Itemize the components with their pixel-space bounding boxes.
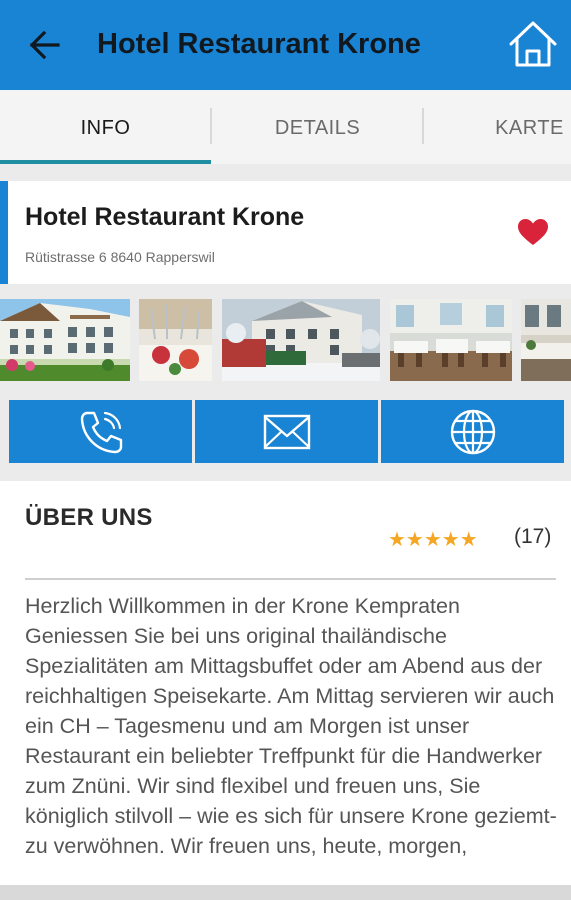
about-heading: ÜBER UNS [25,504,153,531]
about-section: ÜBER UNS ★★★★★ (17) Herzlich Willkommen … [0,481,571,900]
bottom-edge [0,885,571,900]
email-button[interactable] [195,400,378,463]
about-text: Herzlich Willkommen in der Krone Kemprat… [25,594,557,858]
photo-hotel-exterior-summer[interactable] [0,299,130,381]
listing-address: Rütistrasse 6 8640 Rapperswil [25,249,215,265]
heart-icon [518,219,548,245]
divider [25,578,556,580]
tab-details[interactable]: DETAILS [212,90,423,164]
app-bar: Hotel Restaurant Krone [0,0,571,90]
listing-name: Hotel Restaurant Krone [25,203,305,231]
mail-icon [263,414,310,449]
accent-bar [0,181,8,284]
call-button[interactable] [9,400,192,463]
favorite-button[interactable] [517,218,549,251]
tab-bar: INFO DETAILS KARTE [0,90,571,164]
home-button[interactable] [508,20,558,68]
tab-indicator [0,160,211,164]
listing-header: Hotel Restaurant Krone Rütistrasse 6 864… [0,181,571,284]
tab-karte[interactable]: KARTE [424,90,571,164]
arrow-left-icon [29,30,60,60]
photo-restaurant-interior[interactable] [390,299,512,381]
photo-dining-room[interactable] [521,299,571,381]
home-icon [509,21,557,67]
photo-hotel-exterior-winter[interactable] [222,299,380,381]
contact-actions [9,400,564,463]
page-title: Hotel Restaurant Krone [97,28,421,60]
back-button[interactable] [28,30,62,60]
rating-stars: ★★★★★ [388,529,478,551]
review-count: (17) [514,525,552,548]
website-button[interactable] [381,400,564,463]
photo-gallery [0,299,571,381]
photo-dining-table-setting[interactable] [139,299,212,381]
tab-info[interactable]: INFO [0,90,211,164]
globe-icon [450,409,495,454]
phone-icon [80,411,122,453]
